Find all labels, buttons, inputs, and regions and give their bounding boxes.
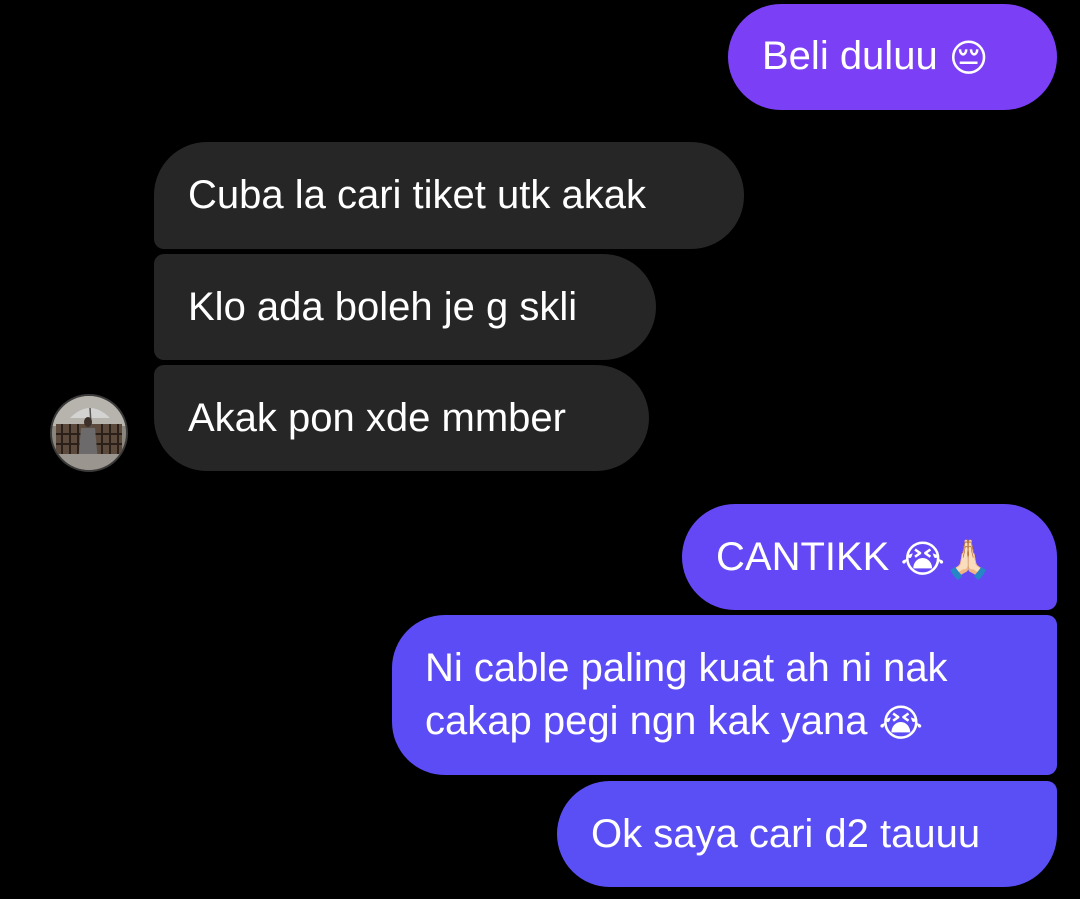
- message-text-line-1: Ni cable paling kuat ah ni nak: [425, 646, 948, 690]
- message-text: Cuba la cari tiket utk akak: [188, 173, 646, 217]
- crying-face-praying-hands-emoji-icon: 😭🙏🏻: [900, 537, 993, 581]
- message-text-line-2-text: cakap pegi ngn kak yana: [425, 699, 868, 743]
- message-bubble-outgoing[interactable]: CANTIKK 😭🙏🏻: [682, 504, 1057, 610]
- message-bubble-incoming[interactable]: Klo ada boleh je g skli: [154, 254, 656, 360]
- avatar-photo-icon: [52, 396, 126, 470]
- message-bubble-outgoing[interactable]: Beli duluu 😔: [728, 4, 1057, 110]
- message-text: Akak pon xde mmber: [188, 396, 566, 440]
- message-bubble-outgoing[interactable]: Ni cable paling kuat ah ni nak cakap peg…: [392, 615, 1057, 775]
- message-text: Ok saya cari d2 tauuu: [591, 812, 981, 856]
- message-text: Beli duluu: [762, 34, 938, 78]
- message-text: Klo ada boleh je g skli: [188, 285, 578, 329]
- pensive-face-emoji-icon: 😔: [948, 36, 989, 80]
- message-bubble-incoming[interactable]: Akak pon xde mmber: [154, 365, 649, 471]
- message-bubble-incoming[interactable]: Cuba la cari tiket utk akak: [154, 142, 744, 249]
- sender-avatar[interactable]: [50, 394, 128, 472]
- message-bubble-outgoing[interactable]: Ok saya cari d2 tauuu: [557, 781, 1057, 887]
- crying-face-emoji-icon: 😭: [878, 701, 924, 745]
- message-text: CANTIKK: [716, 535, 890, 579]
- message-text-line-2: cakap pegi ngn kak yana 😭: [425, 695, 1057, 750]
